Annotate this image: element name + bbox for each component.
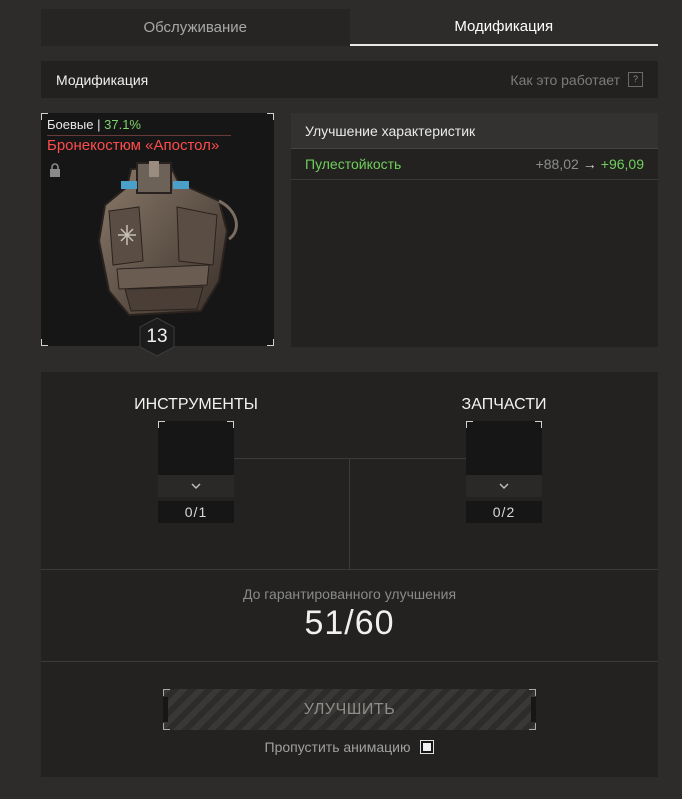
frame-corner: [163, 689, 170, 696]
item-category: Боевые | 37.1%: [47, 117, 141, 132]
stat-row: Пулестойкость +88,02 → +96,09: [291, 149, 658, 180]
divider-vertical: [349, 458, 350, 569]
frame-corner: [529, 689, 536, 696]
section-header: Модификация Как это работает ?: [41, 61, 658, 98]
item-card[interactable]: Боевые | 37.1% Бронекостюм «Апостол» 13: [41, 113, 274, 357]
frame-corner: [535, 421, 542, 428]
section-title: Модификация: [56, 71, 149, 88]
level-value: 13: [146, 326, 168, 347]
upgrade-button[interactable]: УЛУЧШИТЬ: [163, 689, 536, 730]
stat-values: +88,02 → +96,09: [536, 156, 644, 172]
upgrade-button-label: УЛУЧШИТЬ: [303, 700, 396, 718]
parts-count: 0/2: [466, 501, 542, 523]
tab-bar: Обслуживание Модификация: [41, 9, 658, 46]
stats-header: Улучшение характеристик: [291, 113, 658, 149]
chevron-down-icon[interactable]: [466, 475, 542, 497]
item-name: Бронекостюм «Апостол»: [47, 137, 220, 154]
tools-label: ИНСТРУМЕНТЫ: [134, 396, 258, 413]
frame-corner: [41, 339, 48, 346]
skip-animation-option: Пропустить анимацию: [41, 739, 658, 755]
skip-animation-checkbox[interactable]: [420, 740, 435, 754]
frame-corner: [267, 113, 274, 120]
tools-slot[interactable]: [158, 421, 234, 497]
help-icon[interactable]: ?: [628, 72, 643, 87]
category-separator: |: [97, 117, 101, 132]
tab-modification[interactable]: Модификация: [349, 9, 658, 46]
frame-corner: [466, 421, 473, 428]
level-badge: 13: [137, 317, 177, 357]
lock-icon: [49, 163, 61, 182]
item-percent: 37.1%: [104, 117, 141, 132]
stat-name: Пулестойкость: [305, 156, 402, 172]
guarantee-label: До гарантированного улучшения: [242, 586, 457, 602]
button-cap: [531, 697, 536, 722]
frame-corner: [529, 723, 536, 730]
parts-label: ЗАПЧАСТИ: [461, 396, 547, 413]
tools-count: 0/1: [158, 501, 234, 523]
divider-horizontal: [41, 661, 658, 662]
skip-animation-label: Пропустить анимацию: [264, 739, 411, 755]
connector-line: [233, 458, 467, 459]
guarantee-value: 51/60: [304, 604, 395, 642]
how-it-works-link[interactable]: Как это работает ?: [510, 72, 643, 88]
button-cap: [163, 697, 168, 722]
frame-corner: [163, 723, 170, 730]
stats-panel: Улучшение характеристик Пулестойкость +8…: [291, 113, 658, 347]
frame-corner: [227, 421, 234, 428]
tab-maintenance[interactable]: Обслуживание: [41, 9, 350, 46]
item-category-label: Боевые: [47, 117, 94, 132]
item-divider: [47, 135, 231, 136]
stat-arrow: →: [582, 156, 597, 172]
chevron-down-icon[interactable]: [158, 475, 234, 497]
stat-old-value: +88,02: [535, 156, 579, 172]
parts-slot[interactable]: [466, 421, 542, 497]
divider-horizontal: [41, 569, 658, 570]
frame-corner: [267, 339, 274, 346]
frame-corner: [158, 421, 165, 428]
armor-image: [69, 161, 249, 326]
stat-new-value: +96,09: [600, 156, 644, 172]
how-it-works-label: Как это работает: [510, 71, 620, 88]
